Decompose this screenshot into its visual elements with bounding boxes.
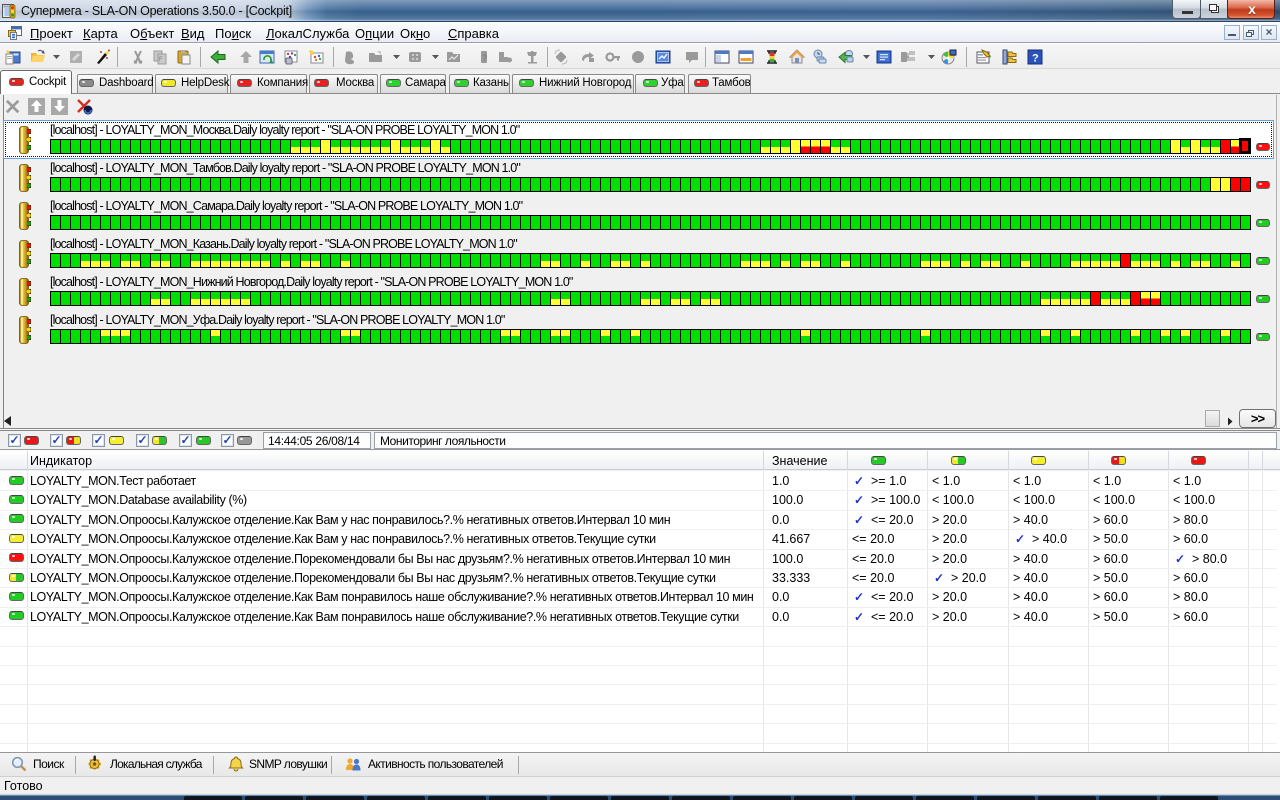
svg-text:?: ? bbox=[1032, 53, 1039, 65]
svg-text:F: F bbox=[159, 57, 163, 63]
svg-text:?: ? bbox=[482, 53, 487, 63]
